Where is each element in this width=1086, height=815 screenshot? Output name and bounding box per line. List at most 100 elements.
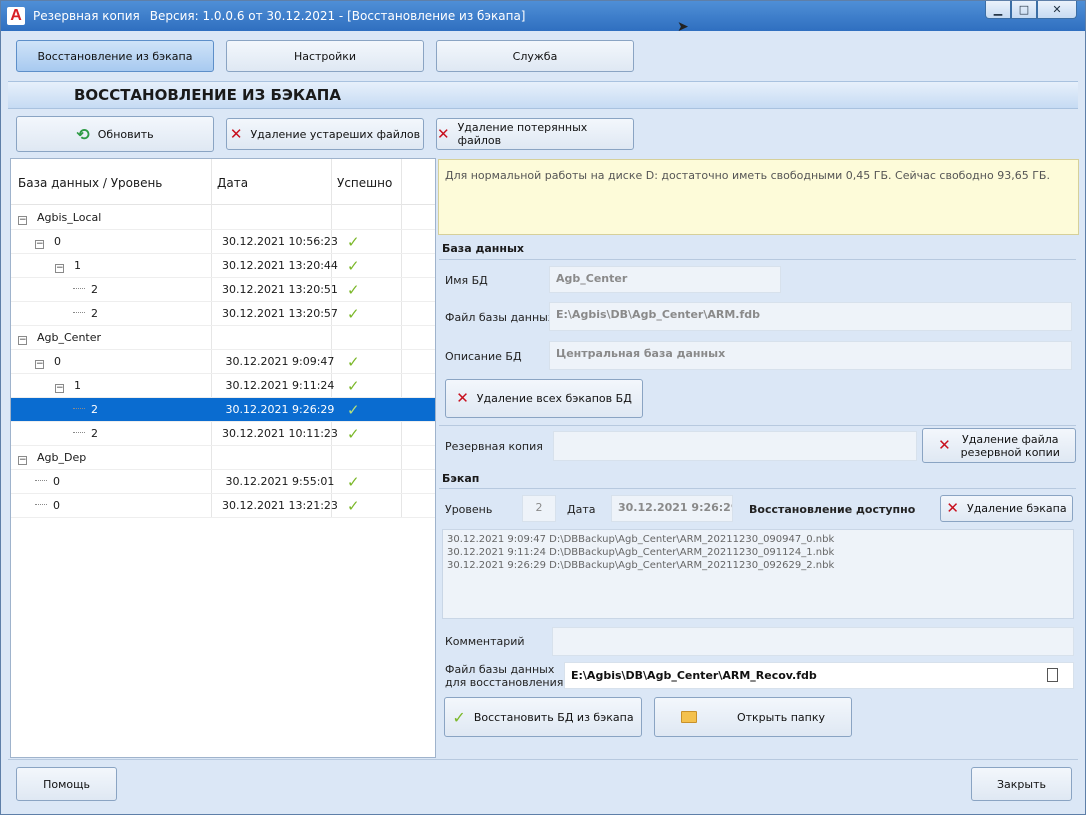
refresh-button-label: Обновить	[97, 127, 154, 141]
tree-row[interactable]: 0 30.12.2021 13:21:23 ✓	[11, 494, 435, 518]
collapse-toggle-icon[interactable]: −	[35, 240, 44, 249]
column-header-date[interactable]: Дата	[217, 159, 248, 205]
maximize-button[interactable]: □	[1011, 1, 1037, 19]
backup-date-field: 30.12.2021 9:26:29	[611, 495, 733, 522]
restore-file-field[interactable]: E:\Agbis\DB\Agb_Center\ARM_Recov.fdb	[564, 662, 1074, 689]
delete-backup-file-label: Удаление файла резервной копии	[961, 433, 1060, 459]
log-line: 30.12.2021 9:09:47 D:\DBBackup\Agb_Cente…	[447, 534, 835, 545]
tree-row-date: 30.12.2021 10:11:23	[222, 427, 338, 440]
tree-node-text: 2	[91, 403, 98, 416]
delete-backup-file-line1: Удаление файла	[962, 432, 1059, 446]
tab-service[interactable]: Служба	[436, 40, 634, 72]
restore-db-label: Восстановить БД из бэкапа	[473, 710, 634, 724]
tree-row[interactable]: −0 30.12.2021 9:09:47 ✓	[11, 350, 435, 374]
restore-db-button[interactable]: ✓ Восстановить БД из бэкапа	[444, 697, 642, 737]
comment-label: Комментарий	[445, 635, 525, 648]
backup-tree-grid[interactable]: База данных / Уровень Дата Успешно − Agbi…	[10, 158, 436, 758]
delete-old-files-button[interactable]: ✕ Удаление устареших файлов	[226, 118, 424, 150]
database-group-title: База данных	[442, 242, 525, 255]
backup-chain-log[interactable]: 30.12.2021 9:09:47 D:\DBBackup\Agb_Cente…	[442, 529, 1074, 619]
tree-row[interactable]: − Agb_Center	[11, 326, 435, 350]
title-bar[interactable]: A Резервная копия Версия: 1.0.0.6 от 30.1…	[1, 1, 1085, 31]
close-button[interactable]: Закрыть	[971, 767, 1072, 801]
backup-group-title: Бэкап	[442, 472, 480, 485]
tree-connector	[35, 480, 47, 481]
delete-x-icon: ✕	[938, 436, 951, 454]
tab-restore-from-backup[interactable]: Восстановление из бэкапа	[16, 40, 214, 72]
delete-backup-file-button[interactable]: ✕ Удаление файла резервной копии	[922, 428, 1076, 463]
restore-file-label-line1: Файл базы данных	[445, 663, 555, 676]
tree-connector	[35, 504, 47, 505]
open-folder-button[interactable]: Открыть папку	[654, 697, 852, 737]
tree-connector	[73, 432, 85, 433]
tree-row[interactable]: 0 30.12.2021 9:55:01 ✓	[11, 470, 435, 494]
delete-lost-files-button[interactable]: ✕ Удаление потерянных файлов	[436, 118, 634, 150]
window-controls: ▁ □ ✕	[985, 1, 1077, 19]
comment-field[interactable]	[552, 627, 1074, 656]
column-header-success[interactable]: Успешно	[337, 159, 392, 205]
collapse-toggle-icon[interactable]: −	[18, 216, 27, 225]
close-window-button[interactable]: ✕	[1037, 1, 1077, 19]
tree-row-date	[221, 446, 339, 470]
tree-node-text: Agb_Center	[37, 331, 102, 344]
tab-settings[interactable]: Настройки	[226, 40, 424, 72]
db-name-field: Agb_Center	[549, 266, 781, 293]
tree-connector	[73, 288, 85, 289]
tree-node-text: 1	[74, 259, 81, 272]
tree-node-label: 2	[73, 302, 98, 326]
collapse-toggle-icon[interactable]: −	[18, 336, 27, 345]
group-divider	[439, 425, 1076, 426]
success-check-icon: ✓	[347, 305, 360, 323]
tree-node-label: − Agb_Center	[18, 326, 101, 350]
tree-row[interactable]: − Agbis_Local	[11, 206, 435, 230]
help-button[interactable]: Помощь	[16, 767, 117, 801]
tree-row-date: 30.12.2021 13:20:51	[222, 283, 338, 296]
tree-header: База данных / Уровень Дата Успешно	[11, 159, 435, 205]
delete-all-db-backups-button[interactable]: ✕ Удаление всех бэкапов БД	[445, 379, 643, 418]
tree-connector	[73, 408, 85, 409]
disk-space-notice: Для нормальной работы на диске D: достат…	[438, 159, 1079, 235]
tree-row[interactable]: 2 30.12.2021 10:11:23 ✓	[11, 422, 435, 446]
tree-row[interactable]: −1 30.12.2021 9:11:24 ✓	[11, 374, 435, 398]
column-header-database[interactable]: База данных / Уровень	[18, 159, 162, 205]
collapse-toggle-icon[interactable]: −	[55, 384, 64, 393]
backup-level-field: 2	[522, 495, 556, 522]
tree-row-date: 30.12.2021 13:20:57	[222, 307, 338, 320]
backup-level-label: Уровень	[445, 503, 493, 516]
tree-node-label: − Agb_Dep	[18, 446, 86, 470]
tree-row[interactable]: −1 30.12.2021 13:20:44 ✓	[11, 254, 435, 278]
delete-x-icon: ✕	[437, 124, 450, 143]
collapse-toggle-icon[interactable]: −	[55, 264, 64, 273]
window-title: Резервная копия Версия: 1.0.0.6 от 30.12.…	[33, 9, 526, 23]
tree-node-label: 0	[35, 470, 60, 494]
tree-row[interactable]: 2 30.12.2021 9:26:29 ✓	[11, 398, 435, 422]
minimize-button[interactable]: ▁	[985, 1, 1011, 19]
tree-row[interactable]: 2 30.12.2021 13:20:51 ✓	[11, 278, 435, 302]
db-file-label: Файл базы данных	[445, 311, 555, 324]
check-icon: ✓	[452, 707, 466, 727]
tree-row[interactable]: 2 30.12.2021 13:20:57 ✓	[11, 302, 435, 326]
tree-row-date: 30.12.2021 13:21:23	[222, 499, 338, 512]
tree-node-text: 0	[53, 475, 60, 488]
delete-backup-button[interactable]: ✕ Удаление бэкапа	[940, 495, 1073, 522]
refresh-button[interactable]: ⟲ Обновить	[16, 116, 214, 152]
db-name-label: Имя БД	[445, 274, 488, 287]
tree-row-date: 30.12.2021 9:09:47	[225, 355, 335, 368]
tree-node-label: −0	[35, 350, 61, 374]
app-logo-icon: A	[7, 7, 25, 25]
tree-row[interactable]: − Agb_Dep	[11, 446, 435, 470]
tree-node-text: 0	[53, 499, 60, 512]
tree-row-date: 30.12.2021 9:11:24	[225, 379, 335, 392]
tree-row[interactable]: −0 30.12.2021 10:56:23 ✓	[11, 230, 435, 254]
tree-row-date	[221, 326, 339, 350]
delete-backup-file-line2: резервной копии	[960, 445, 1060, 459]
collapse-toggle-icon[interactable]: −	[18, 456, 27, 465]
window-title-app: Резервная копия	[33, 9, 140, 23]
browse-file-icon[interactable]	[1047, 668, 1058, 682]
footer-bar	[8, 759, 1078, 811]
collapse-toggle-icon[interactable]: −	[35, 360, 44, 369]
delete-x-icon: ✕	[456, 389, 469, 407]
backup-date-label: Дата	[567, 503, 596, 516]
tree-node-text: 1	[74, 379, 81, 392]
tree-node-label: −1	[55, 374, 81, 398]
